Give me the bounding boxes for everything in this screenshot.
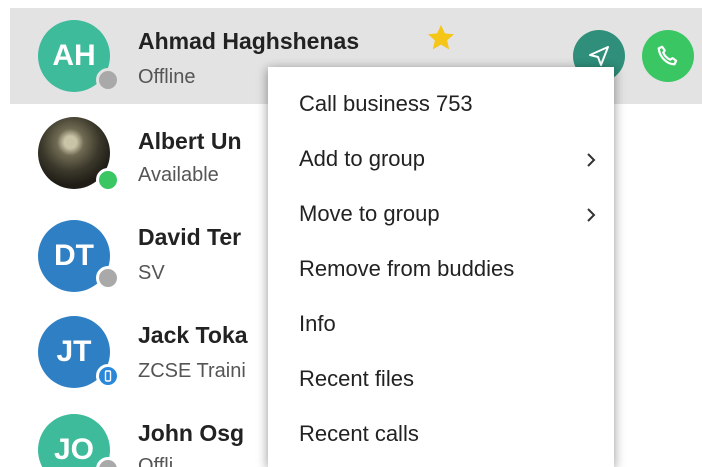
- favorite-star-icon[interactable]: [424, 22, 458, 54]
- contact-status: ZCSE Traini: [138, 360, 246, 382]
- contact-status: Offline: [138, 66, 196, 88]
- contact-name: Albert Un: [138, 128, 242, 154]
- menu-item-label: Remove from buddies: [299, 256, 515, 281]
- menu-item-label: Move to group: [299, 201, 440, 226]
- menu-item-move-to-group[interactable]: Move to group: [268, 189, 614, 241]
- call-button[interactable]: [642, 30, 694, 82]
- presence-offline-icon: [96, 266, 120, 290]
- contact-name: John Osg: [138, 420, 245, 446]
- contact-status: Offli: [138, 455, 174, 467]
- send-icon: [589, 46, 609, 66]
- menu-item-remove-from-buddies[interactable]: Remove from buddies: [268, 244, 614, 296]
- contact-status: SV: [138, 262, 165, 284]
- menu-item-call-business[interactable]: Call business 753: [268, 79, 614, 131]
- avatar-initials: DT: [54, 239, 94, 272]
- menu-item-label: Recent calls: [299, 421, 419, 446]
- presence-offline-icon: [96, 68, 120, 92]
- menu-item-label: Call business 753: [299, 91, 473, 116]
- chevron-right-icon: [587, 153, 596, 167]
- menu-item-label: Info: [299, 311, 336, 336]
- avatar-initials: JO: [53, 433, 95, 466]
- menu-item-label: Add to group: [299, 146, 425, 171]
- avatar-initials: JT: [56, 335, 92, 368]
- presence-on-phone-icon: [96, 364, 120, 388]
- menu-item-label: Recent files: [299, 366, 414, 391]
- avatar-initials: AH: [52, 39, 96, 72]
- contact-context-menu: Call business 753 Add to group Move to g…: [268, 67, 614, 467]
- contact-name: David Ter: [138, 224, 242, 250]
- contact-status: Available: [138, 164, 219, 186]
- contact-name: Ahmad Haghshenas: [138, 28, 360, 54]
- presence-available-icon: [96, 168, 120, 192]
- phone-icon: [657, 45, 678, 66]
- menu-item-info[interactable]: Info: [268, 299, 614, 351]
- contact-name: Jack Toka: [138, 322, 248, 348]
- menu-item-recent-files[interactable]: Recent files: [268, 354, 614, 406]
- menu-item-add-to-group[interactable]: Add to group: [268, 134, 614, 186]
- chevron-right-icon: [587, 208, 596, 222]
- menu-item-recent-calls[interactable]: Recent calls: [268, 409, 614, 461]
